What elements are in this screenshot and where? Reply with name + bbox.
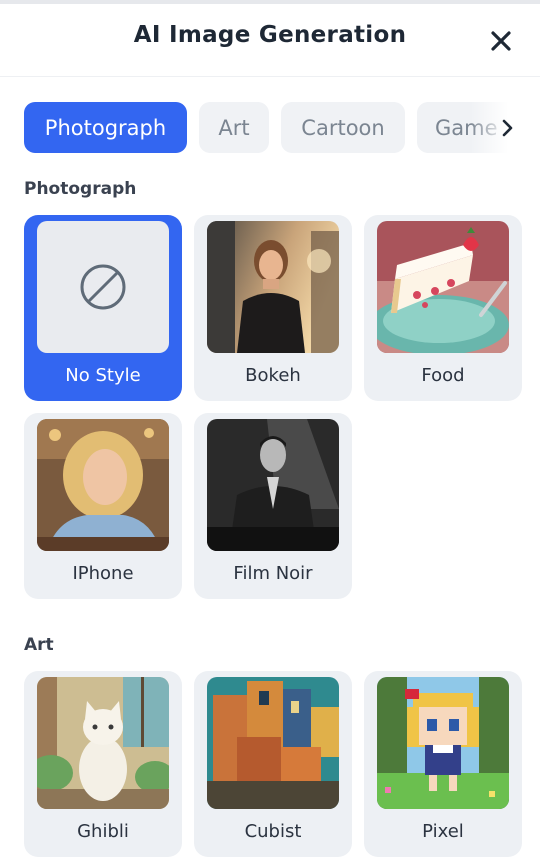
cubist-thumbnail — [207, 677, 339, 809]
style-card-pixel[interactable]: Pixel — [364, 671, 522, 857]
style-label: Cubist — [244, 821, 302, 842]
section-title-art: Art — [24, 635, 54, 655]
style-label: Film Noir — [233, 563, 313, 584]
chevron-right-icon — [502, 119, 513, 137]
style-label: Pixel — [422, 821, 464, 842]
iphone-thumbnail — [37, 419, 169, 551]
section-title-photograph: Photograph — [24, 179, 137, 199]
style-card-cubist[interactable]: Cubist — [194, 671, 352, 857]
style-card-film-noir[interactable]: Film Noir — [194, 413, 352, 599]
tab-art[interactable]: Art — [199, 102, 269, 153]
style-label: Food — [421, 365, 465, 386]
style-label: Ghibli — [77, 821, 129, 842]
dialog-header: AI Image Generation — [0, 4, 540, 77]
style-label: Bokeh — [245, 365, 301, 386]
style-label: IPhone — [72, 563, 134, 584]
pixel-thumbnail — [377, 677, 509, 809]
no-style-icon — [80, 264, 126, 310]
film-noir-thumbnail — [207, 419, 339, 551]
close-icon — [491, 31, 511, 51]
bokeh-thumbnail — [207, 221, 339, 353]
style-tabs: Photograph Art Cartoon Game — [0, 100, 540, 156]
style-thumbnail — [37, 221, 169, 353]
tabs-scroll-right-button[interactable] — [494, 115, 520, 141]
style-card-no-style[interactable]: No Style — [24, 215, 182, 401]
style-card-food[interactable]: Food — [364, 215, 522, 401]
style-card-bokeh[interactable]: Bokeh — [194, 215, 352, 401]
style-card-ghibli[interactable]: Ghibli — [24, 671, 182, 857]
style-label: No Style — [65, 365, 141, 386]
tab-cartoon[interactable]: Cartoon — [281, 102, 405, 153]
style-card-iphone[interactable]: IPhone — [24, 413, 182, 599]
ghibli-thumbnail — [37, 677, 169, 809]
close-button[interactable] — [484, 24, 518, 58]
dialog-title: AI Image Generation — [133, 22, 407, 48]
food-thumbnail — [377, 221, 509, 353]
tab-photograph[interactable]: Photograph — [24, 102, 187, 153]
